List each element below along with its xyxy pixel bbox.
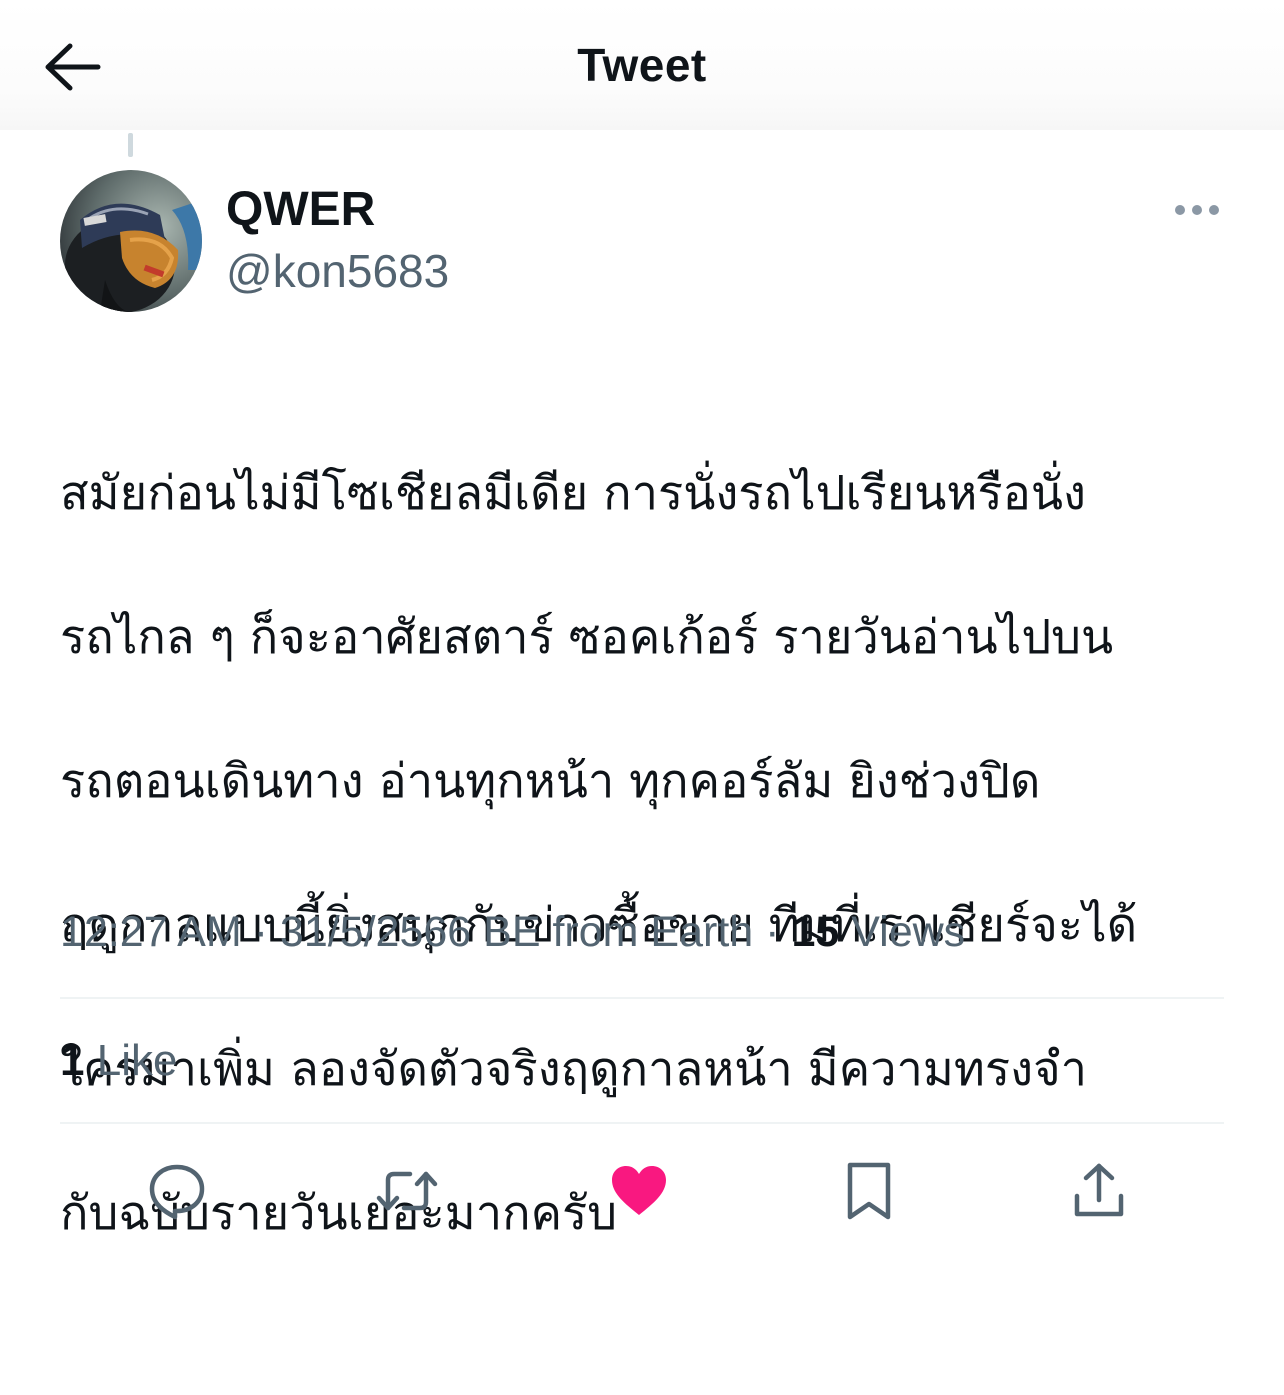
tweet-text-line: ใครมาเพิ่ม ลองจัดตัวจริงฤดูกาลหน้า มีควา… xyxy=(60,1042,1088,1097)
tweet-text-line: รถตอนเดินทาง อ่านทุกหน้า ทุกคอร์ลัม ยิงช… xyxy=(60,754,1041,809)
ellipsis-icon xyxy=(1175,205,1219,215)
like-button[interactable] xyxy=(608,1160,670,1222)
views-label: Views xyxy=(851,908,966,956)
author-handle[interactable]: @kon5683 xyxy=(226,244,449,298)
retweet-arrows-icon xyxy=(376,1171,438,1211)
tweet-text-line: สมัยก่อนไม่มีโซเชียลมีเดีย การนั่งรถไปเร… xyxy=(60,466,1086,521)
divider xyxy=(60,1122,1224,1124)
thread-connector-line xyxy=(128,133,133,157)
tweet-text-line: รถไกล ๆ ก็จะอาศัยสตาร์ ซอคเก้อร์ รายวันอ… xyxy=(60,610,1114,665)
likes-summary[interactable]: 1 Like xyxy=(60,1036,177,1086)
divider xyxy=(60,997,1224,999)
bookmark-button[interactable] xyxy=(838,1160,900,1222)
retweet-button[interactable] xyxy=(376,1160,438,1222)
meta-separator: · xyxy=(253,908,268,956)
tweet-source: from Earth xyxy=(552,908,754,956)
avatar[interactable] xyxy=(60,170,202,312)
tweet-time[interactable]: 12:27 AM xyxy=(60,908,242,956)
tweet-metadata: 12:27 AM · 31/5/2566 BE from Earth · 15 … xyxy=(60,908,965,957)
tweet-detail-screen: Tweet QWER @kon5683 สมัยก่อนไม่มีโซเชียล… xyxy=(0,0,1284,1395)
reply-button[interactable] xyxy=(146,1160,208,1222)
share-upload-icon xyxy=(1074,1163,1124,1217)
speech-bubble-icon xyxy=(149,1164,205,1220)
author-display-name[interactable]: QWER xyxy=(226,182,375,237)
share-button[interactable] xyxy=(1068,1160,1130,1222)
page-title: Tweet xyxy=(577,39,707,91)
tweet-date[interactable]: 31/5/2566 BE xyxy=(280,908,541,956)
avatar-image xyxy=(60,170,202,312)
likes-label: Like xyxy=(96,1036,178,1085)
meta-separator: · xyxy=(765,908,780,956)
top-bar: Tweet xyxy=(0,0,1284,130)
likes-count: 1 xyxy=(60,1036,85,1085)
more-options-button[interactable] xyxy=(1172,196,1222,224)
views-count: 15 xyxy=(791,908,840,956)
heart-icon xyxy=(612,1166,666,1215)
bookmark-icon xyxy=(847,1162,891,1220)
